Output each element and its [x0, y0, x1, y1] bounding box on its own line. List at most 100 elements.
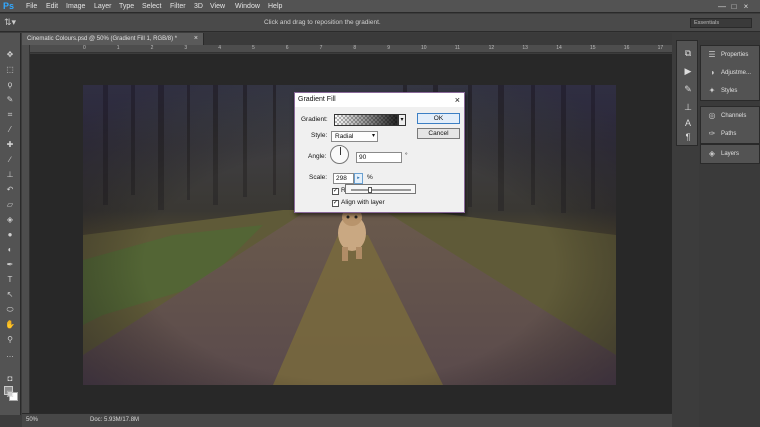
menu-view[interactable]: View — [210, 0, 225, 13]
quick-select-tool-icon[interactable]: ✎ — [3, 94, 17, 105]
clone-source-icon[interactable]: ⊥ — [681, 101, 695, 113]
zoom-level[interactable]: 50% — [26, 414, 38, 427]
gradient-picker-dropdown[interactable]: ▾ — [398, 114, 406, 126]
paint-bucket-tool-icon[interactable]: ◈ — [3, 214, 17, 225]
panel-group-layers: ◈ Layers — [700, 144, 760, 164]
character-panel-icon[interactable]: A — [681, 117, 695, 129]
document-tab-title: Cinematic Colours.psd @ 50% (Gradient Fi… — [27, 36, 178, 42]
gradient-preview[interactable] — [334, 114, 398, 126]
shape-tool-icon[interactable]: ⬭ — [3, 304, 17, 315]
angle-dial[interactable] — [330, 145, 349, 164]
scale-input[interactable]: 298 — [333, 173, 354, 184]
style-select[interactable]: Radial ▾ — [331, 131, 378, 142]
history-brush-tool-icon[interactable]: ↶ — [3, 184, 17, 195]
scale-slider-popup[interactable] — [345, 184, 416, 194]
ruler-tick: 4 — [218, 45, 221, 51]
screen-mode-icon[interactable]: ▣ — [3, 388, 17, 399]
angle-label: Angle: — [308, 153, 327, 160]
extra-tools-icon[interactable]: … — [3, 349, 17, 360]
align-label: Align with layer — [341, 199, 385, 206]
minimize-icon[interactable]: — — [716, 1, 728, 12]
ruler-tick: 0 — [83, 45, 86, 51]
menu-image[interactable]: Image — [66, 0, 85, 13]
panel-channels[interactable]: ◎ Channels — [701, 107, 759, 125]
panel-dock: ☰ Properties ◑ Adjustme... ✦ Styles ◎ Channe… — [699, 40, 760, 427]
crop-tool-icon[interactable]: ⌗ — [3, 109, 17, 120]
ruler-tick: 10 — [421, 45, 427, 51]
layers-icon: ◈ — [708, 149, 716, 158]
horizontal-ruler[interactable]: 0 1 2 3 4 5 6 7 8 9 10 11 12 13 14 15 16 17 — [30, 45, 672, 53]
ruler-tick: 2 — [150, 45, 154, 51]
ok-button[interactable]: OK — [417, 113, 460, 124]
panel-layers[interactable]: ◈ Layers — [701, 145, 759, 163]
reverse-checkbox[interactable]: ✓ — [332, 188, 339, 195]
close-tab-icon[interactable]: × — [194, 33, 198, 45]
menu-filter[interactable]: Filter — [170, 0, 186, 13]
scale-slider-toggle-icon[interactable]: ▸ — [354, 173, 363, 184]
blur-tool-icon[interactable]: ● — [3, 229, 17, 240]
align-checkbox[interactable]: ✓ — [332, 200, 339, 207]
zoom-tool-icon[interactable]: ⚲ — [3, 334, 17, 345]
history-panel-icon[interactable]: ⧉ — [681, 47, 695, 59]
pen-tool-icon[interactable]: ✒ — [3, 259, 17, 270]
vertical-ruler[interactable] — [22, 45, 30, 413]
move-tool-preset-icon[interactable]: ⇅▾ — [4, 16, 30, 29]
maximize-icon[interactable]: □ — [728, 1, 740, 12]
menu-edit[interactable]: Edit — [46, 0, 58, 13]
cancel-button[interactable]: Cancel — [417, 128, 460, 139]
clone-stamp-tool-icon[interactable]: ⊥ — [3, 169, 17, 180]
chevron-down-icon: ▾ — [371, 133, 375, 139]
eraser-tool-icon[interactable]: ▱ — [3, 199, 17, 210]
style-label: Style: — [311, 132, 328, 139]
workspace-select[interactable]: Essentials — [690, 18, 752, 28]
eyedropper-tool-icon[interactable]: ⁄ — [3, 124, 17, 135]
paragraph-panel-icon[interactable]: ¶ — [681, 131, 695, 143]
brush-tool-icon[interactable]: ∕ — [3, 154, 17, 165]
slider-track — [351, 189, 411, 191]
brush-panel-icon[interactable]: ✎ — [681, 83, 695, 95]
degree-unit: ° — [405, 152, 408, 159]
photoshop-logo: Ps — [3, 1, 15, 11]
menu-help[interactable]: Help — [268, 0, 282, 13]
ruler-tick: 14 — [556, 45, 562, 51]
dialog-title-bar[interactable]: Gradient Fill × — [295, 93, 464, 107]
ruler-tick: 15 — [590, 45, 596, 51]
actions-panel-icon[interactable]: ▶ — [681, 65, 695, 77]
marquee-tool-icon[interactable]: ⬚ — [3, 64, 17, 75]
hand-tool-icon[interactable]: ✋ — [3, 319, 17, 330]
menu-window[interactable]: Window — [235, 0, 260, 13]
options-hint: Click and drag to reposition the gradien… — [264, 19, 381, 26]
close-icon[interactable]: × — [455, 93, 460, 107]
angle-input[interactable]: 90 — [356, 152, 402, 163]
lasso-tool-icon[interactable]: ϙ — [3, 79, 17, 90]
document-size[interactable]: Doc: 5.93M/17.8M — [90, 414, 139, 427]
dialog-title: Gradient Fill — [298, 96, 336, 103]
close-window-icon[interactable]: × — [740, 1, 752, 12]
move-tool-icon[interactable]: ✥ — [3, 49, 17, 60]
ruler-tick: 1 — [116, 45, 120, 51]
panel-paths[interactable]: ✑ Paths — [701, 125, 759, 143]
panel-properties[interactable]: ☰ Properties — [701, 46, 759, 64]
ruler-tick: 6 — [285, 45, 289, 51]
menu-file[interactable]: File — [26, 0, 37, 13]
path-select-tool-icon[interactable]: ↖ — [3, 289, 17, 300]
panel-styles[interactable]: ✦ Styles — [701, 82, 759, 100]
dodge-tool-icon[interactable]: ◐ — [3, 244, 17, 255]
panel-group-properties: ☰ Properties ◑ Adjustme... ✦ Styles — [700, 45, 760, 101]
paths-icon: ✑ — [708, 129, 716, 138]
ruler-tick: 11 — [454, 45, 460, 51]
type-tool-icon[interactable]: T — [3, 274, 17, 285]
menu-type[interactable]: Type — [119, 0, 134, 13]
menu-select[interactable]: Select — [142, 0, 161, 13]
healing-brush-tool-icon[interactable]: ✚ — [3, 139, 17, 150]
panel-adjustments[interactable]: ◑ Adjustme... — [701, 64, 759, 82]
slider-thumb[interactable] — [367, 187, 372, 193]
ruler-tick: 5 — [252, 45, 255, 51]
document-tab[interactable]: Cinematic Colours.psd @ 50% (Gradient Fi… — [22, 33, 204, 45]
check-icon: ✓ — [333, 188, 339, 194]
menu-layer[interactable]: Layer — [94, 0, 112, 13]
styles-icon: ✦ — [708, 86, 716, 95]
panel-group-channels: ◎ Channels ✑ Paths — [700, 106, 760, 144]
menu-3d[interactable]: 3D — [194, 0, 203, 13]
quick-mask-icon[interactable]: ◘ — [3, 373, 17, 384]
